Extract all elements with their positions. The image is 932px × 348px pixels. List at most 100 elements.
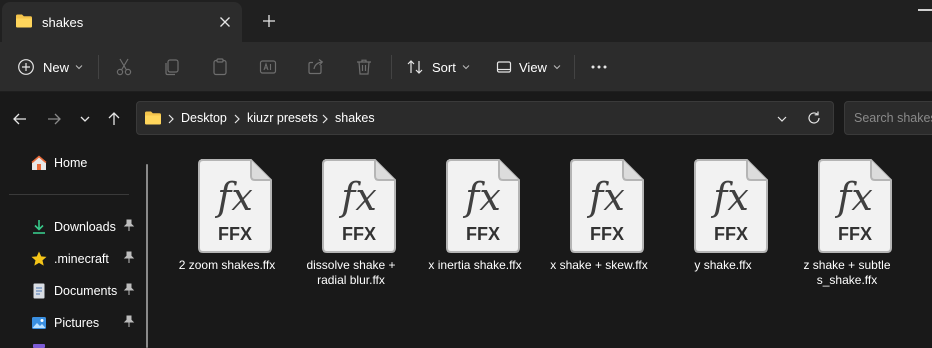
file-list: fx FFX 2 zoom shakes.ffx fx FFX dissolve shak… <box>157 146 932 348</box>
close-icon[interactable] <box>217 14 233 30</box>
view-label: View <box>519 59 547 75</box>
file-name: 2 zoom shakes.ffx <box>157 258 297 273</box>
address-bar[interactable]: Desktop kiuzr presets shakes <box>136 101 834 135</box>
file-name: y shake.ffx <box>653 258 793 273</box>
divider <box>574 55 575 79</box>
paste-button[interactable] <box>210 42 230 92</box>
file-name-line-1: dissolve shake + <box>306 258 396 272</box>
file-item[interactable]: fx FFX dissolve shake + radial blur.ffx <box>289 158 413 348</box>
file-extension-label: FFX <box>342 224 376 244</box>
breadcrumb-kiuzr-presets[interactable]: kiuzr presets <box>247 111 318 125</box>
search-box[interactable] <box>844 101 932 135</box>
folder-icon <box>33 344 45 348</box>
document-icon <box>30 282 48 300</box>
divider <box>98 55 99 79</box>
file-item[interactable]: fx FFX x inertia shake.ffx <box>413 158 537 348</box>
sidebar-item-label: Pictures <box>54 316 100 330</box>
cut-button[interactable] <box>114 42 134 92</box>
file-name-line-1: z shake + subtle <box>803 258 891 272</box>
file-name: x inertia shake.ffx <box>405 258 545 273</box>
recent-locations-chevron-icon[interactable] <box>75 109 95 129</box>
file-item[interactable]: fx FFX x shake + skew.ffx <box>537 158 661 348</box>
file-glyph: fx <box>214 175 253 219</box>
file-extension-label: FFX <box>218 224 252 244</box>
pin-icon[interactable] <box>123 251 135 268</box>
sidebar-item-pictures[interactable]: Pictures <box>30 312 135 334</box>
file-item[interactable]: fx FFX 2 zoom shakes.ffx <box>165 158 289 348</box>
chevron-right-icon[interactable] <box>233 113 241 127</box>
paste-icon <box>210 57 230 77</box>
view-button[interactable]: View <box>495 42 561 92</box>
back-arrow-icon[interactable] <box>10 109 30 129</box>
breadcrumb-shakes[interactable]: shakes <box>335 111 375 125</box>
ffx-file-icon: fx FFX <box>694 159 768 253</box>
rename-icon <box>258 57 278 77</box>
command-bar: New Sort View <box>0 42 932 92</box>
divider <box>391 55 392 79</box>
breadcrumb-desktop[interactable]: Desktop <box>181 111 227 125</box>
more-icon <box>590 58 608 76</box>
sidebar-item-label: Documents <box>54 284 118 298</box>
file-glyph: fx <box>586 175 625 219</box>
more-options-button[interactable] <box>590 42 608 92</box>
file-name: z shake + subtle s_shake.ffx <box>777 258 917 288</box>
minimize-icon[interactable] <box>918 9 932 11</box>
new-button[interactable]: New <box>17 42 83 92</box>
sort-icon <box>406 58 424 76</box>
file-name-line-2: s_shake.ffx <box>816 273 878 287</box>
share-icon <box>306 57 326 77</box>
download-icon <box>30 218 48 236</box>
file-glyph: fx <box>338 175 377 219</box>
pin-icon[interactable] <box>123 283 135 300</box>
ffx-file-icon: fx FFX <box>322 159 396 253</box>
copy-button[interactable] <box>162 42 182 92</box>
sidebar-item-label: Home <box>54 156 88 170</box>
pictures-icon <box>30 314 48 332</box>
copy-icon <box>162 57 182 77</box>
file-name-line-1: y shake.ffx <box>694 258 752 272</box>
sidebar-item-minecraft[interactable]: .minecraft <box>30 248 135 270</box>
file-name-line-1: 2 zoom shakes.ffx <box>178 258 276 272</box>
ffx-file-icon: fx FFX <box>198 159 272 253</box>
cut-icon <box>114 57 134 77</box>
ffx-file-icon: fx FFX <box>570 159 644 253</box>
plus-icon[interactable] <box>260 12 278 30</box>
file-name-line-1: x shake + skew.ffx <box>550 258 648 272</box>
sidebar-item-downloads[interactable]: Downloads <box>30 216 135 238</box>
file-name: dissolve shake + radial blur.ffx <box>281 258 421 288</box>
divider <box>9 194 129 195</box>
share-button[interactable] <box>306 42 326 92</box>
rename-button[interactable] <box>258 42 278 92</box>
sidebar-item-documents[interactable]: Documents <box>30 280 135 302</box>
chevron-down-icon <box>553 64 561 70</box>
folder-icon <box>15 13 33 32</box>
forward-arrow-icon[interactable] <box>44 109 64 129</box>
pin-icon[interactable] <box>123 315 135 332</box>
tab-strip: shakes <box>0 0 932 42</box>
file-name-line-1: x inertia shake.ffx <box>428 258 522 272</box>
sort-label: Sort <box>432 59 456 75</box>
search-input[interactable] <box>845 102 932 134</box>
sort-button[interactable]: Sort <box>406 42 470 92</box>
tab-shakes[interactable]: shakes <box>2 2 242 42</box>
file-glyph: fx <box>462 175 501 219</box>
file-glyph: fx <box>710 175 749 219</box>
file-extension-label: FFX <box>590 224 624 244</box>
up-arrow-icon[interactable] <box>104 109 124 129</box>
sidebar-item-home[interactable]: Home <box>30 152 87 174</box>
new-label: New <box>43 59 70 75</box>
file-extension-label: FFX <box>466 224 500 244</box>
chevron-right-icon[interactable] <box>167 113 175 127</box>
view-icon <box>495 58 513 76</box>
plus-circle-icon <box>17 58 35 76</box>
refresh-icon[interactable] <box>806 110 822 129</box>
address-history-chevron-icon[interactable] <box>776 113 788 127</box>
chevron-right-icon[interactable] <box>321 113 329 127</box>
pin-icon[interactable] <box>123 219 135 236</box>
sidebar-scrollbar[interactable] <box>146 164 148 348</box>
delete-button[interactable] <box>354 42 374 92</box>
file-name: x shake + skew.ffx <box>529 258 669 273</box>
file-item[interactable]: fx FFX y shake.ffx <box>661 158 785 348</box>
file-item[interactable]: fx FFX z shake + subtle s_shake.ffx <box>785 158 909 348</box>
star-icon <box>30 250 48 268</box>
